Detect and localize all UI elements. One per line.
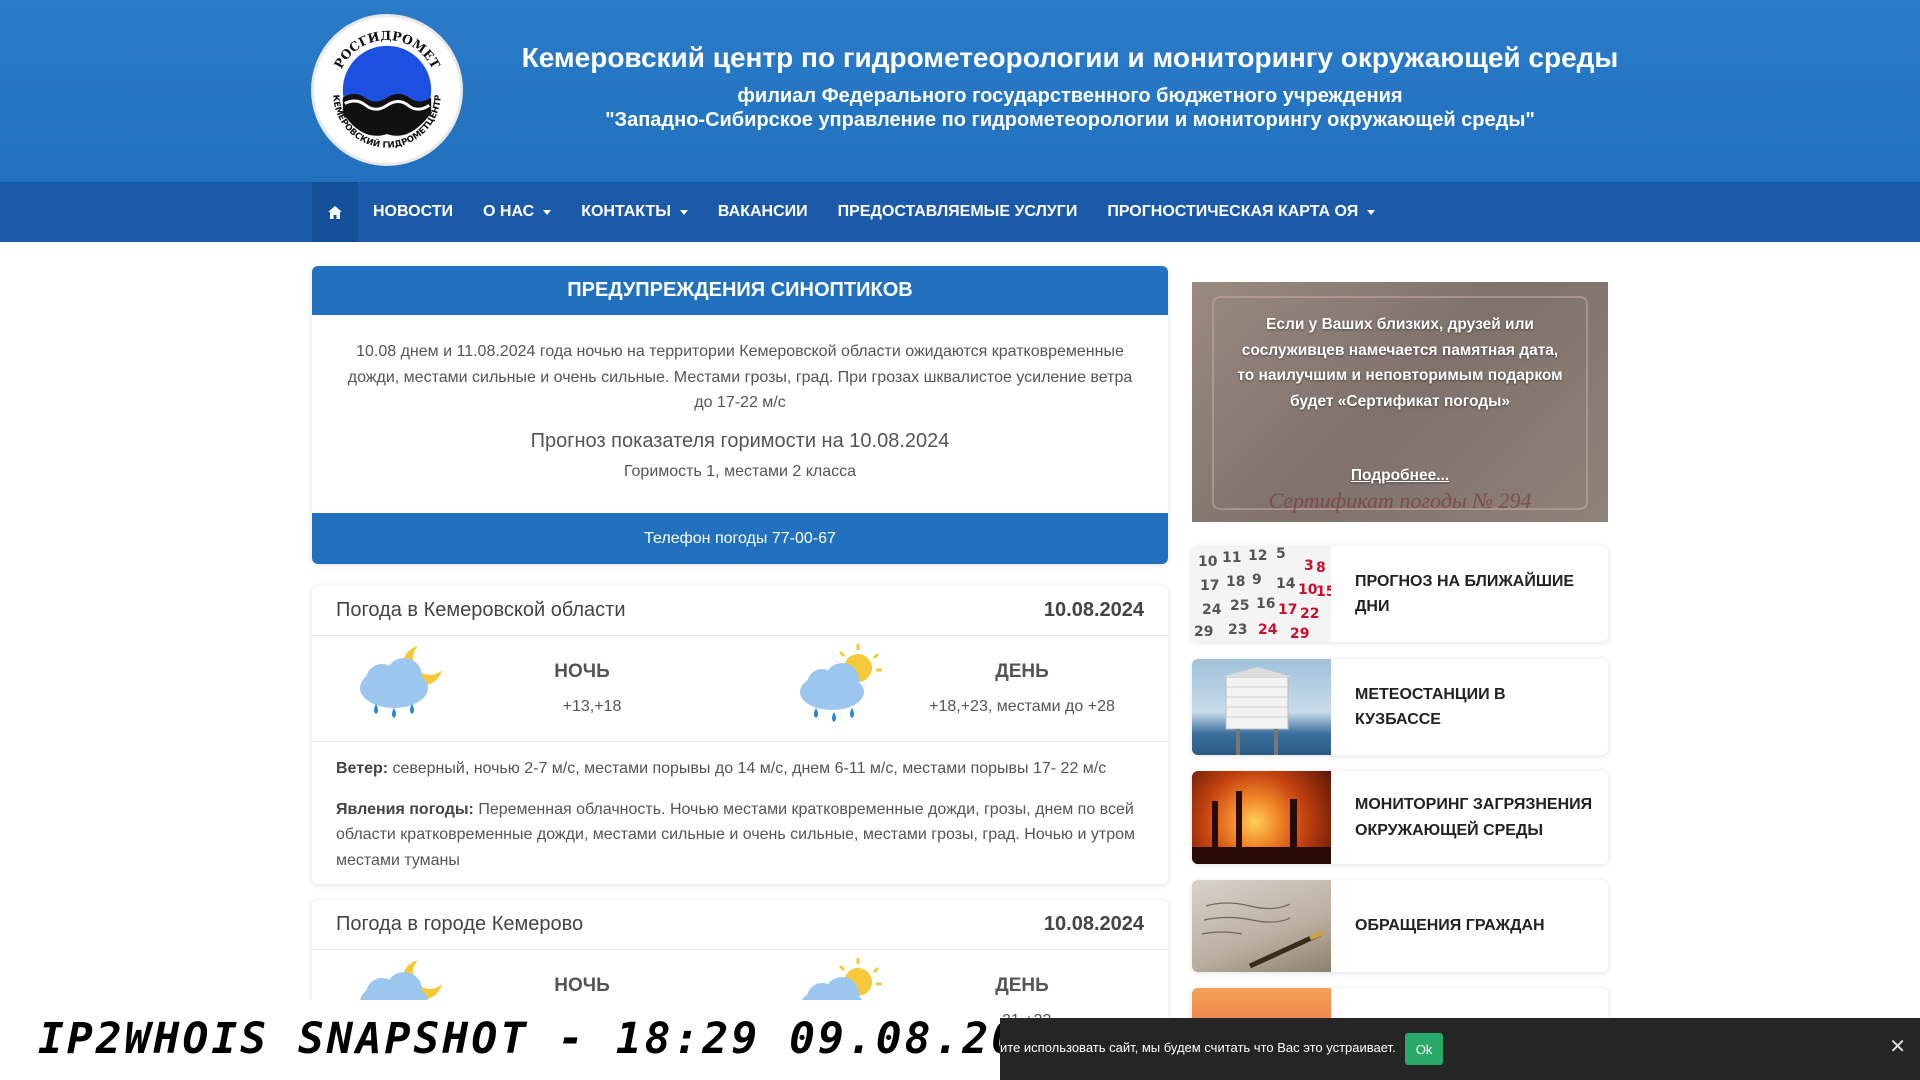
wind-label: Ветер: — [336, 760, 389, 777]
nav-item-forecast-map[interactable]: ПРОГНОСТИЧЕСКАЯ КАРТА ОЯ — [1092, 182, 1390, 242]
sidebar-item-monitoring[interactable]: МОНИТОРИНГ ЗАГРЯЗНЕНИЯ ОКРУЖАЮЩЕЙ СРЕДЫ — [1192, 771, 1608, 864]
svg-text:25: 25 — [1230, 598, 1249, 614]
nav-item-label: О НАС — [483, 203, 535, 220]
site-header: РОСГИДРОМЕТ КЕМЕРОВСКИЙ ГИДРОМЕТЦЕНТР Ке… — [0, 0, 1920, 182]
weather-station-image — [1192, 659, 1331, 755]
weather-certificate-banner[interactable]: Если у Ваших близких, друзей или сослужи… — [1192, 282, 1608, 522]
svg-text:15: 15 — [1316, 584, 1331, 600]
night-label: НОЧЬ — [554, 661, 610, 682]
nav-item-label: КОНТАКТЫ — [581, 203, 671, 220]
svg-text:9: 9 — [1252, 572, 1262, 588]
caret-down-icon — [543, 209, 552, 215]
site-title: Кемеровский центр по гидрометеорологии и… — [521, 42, 1619, 73]
sidebar-item-stations[interactable]: МЕТЕОСТАНЦИИ В КУЗБАССЕ — [1192, 659, 1608, 755]
svg-text:29: 29 — [1194, 624, 1213, 640]
site-subtitle-line2: "Западно-Сибирское управление по гидроме… — [605, 109, 1535, 131]
weather-phone[interactable]: Телефон погоды 77-00-67 — [312, 513, 1168, 564]
svg-text:16: 16 — [1256, 596, 1275, 612]
region-weather-card: Погода в Кемеровской области 10.08.2024 … — [312, 586, 1168, 884]
day-label: ДЕНЬ — [995, 975, 1049, 996]
svg-text:10: 10 — [1298, 582, 1318, 598]
svg-text:8: 8 — [1316, 560, 1326, 576]
sidebar-item-forecast[interactable]: 10 11 12 5 3 8 17 18 9 14 10 15 24 25 16 17 22 29 23 24 2… — [1192, 546, 1608, 642]
nav-item-contacts[interactable]: КОНТАКТЫ — [566, 182, 703, 242]
home-icon — [328, 205, 342, 219]
fire-forecast-text: Горимость 1, местами 2 класса — [623, 462, 857, 480]
svg-text:29: 29 — [1290, 626, 1309, 642]
sidebar-item-label: ОБРАЩЕНИЯ ГРАЖДАН — [1355, 917, 1545, 935]
nav-item-label: ВАКАНСИИ — [717, 203, 808, 220]
promo-more-link[interactable]: Подробнее... — [1192, 467, 1608, 485]
sidebar-item-label: МОНИТОРИНГ ЗАГРЯЗНЕНИЯ ОКРУЖАЮЩЕЙ СРЕДЫ — [1355, 796, 1593, 839]
region-weather-date: 10.08.2024 — [1043, 599, 1144, 621]
nav-item-label: ПРЕДОСТАВЛЯЕМЫЕ УСЛУГИ — [837, 203, 1078, 220]
city-weather-header: Погода в городе Кемерово 10.08.2024 — [312, 900, 1168, 950]
svg-text:23: 23 — [1228, 622, 1247, 638]
warnings-card: ПРЕДУПРЕЖДЕНИЯ СИНОПТИКОВ 10.08 днем и 1… — [312, 266, 1168, 564]
nav-item-about[interactable]: О НАС — [468, 182, 566, 242]
phenomena-label: Явления погоды: — [336, 800, 474, 818]
svg-text:14: 14 — [1276, 576, 1296, 592]
region-forecast-row: НОЧЬ +13,+18 ДЕНЬ +18,+23, местами до +2… — [312, 636, 1168, 742]
calendar-image: 10 11 12 5 3 8 17 18 9 14 10 15 24 25 16 17 22 29 23 24 2… — [1192, 546, 1331, 642]
phenomena-paragraph: Явления погоды: Переменная облачность. Н… — [336, 797, 1144, 874]
cookie-ok-button[interactable]: Ok — [1405, 1033, 1443, 1065]
cloud-sun-rain-icon — [800, 644, 882, 722]
nav-home-button[interactable] — [312, 182, 358, 242]
main-nav: НОВОСТИ О НАС КОНТАКТЫ ВАКАНСИИ ПРЕДОСТА… — [0, 182, 1920, 242]
day-label: ДЕНЬ — [995, 661, 1049, 682]
wind-paragraph: Ветер: северный, ночью 2-7 м/с, местами … — [336, 756, 1144, 782]
cookie-text: ите использовать сайт, мы будем считать … — [1000, 1040, 1396, 1055]
factory-smoke-image — [1192, 771, 1331, 864]
svg-text:17: 17 — [1200, 578, 1219, 594]
svg-text:22: 22 — [1300, 606, 1319, 622]
sidebar-item-label: ПРОГНОЗ НА БЛИЖАЙШИЕ ДНИ — [1355, 572, 1575, 616]
svg-text:10: 10 — [1198, 554, 1218, 570]
city-weather-title: Погода в городе Кемерово — [336, 913, 584, 935]
svg-text:24: 24 — [1258, 622, 1278, 638]
city-weather-date: 10.08.2024 — [1043, 913, 1144, 935]
nav-item-vacancies[interactable]: ВАКАНСИИ — [703, 182, 823, 242]
nav-item-services[interactable]: ПРЕДОСТАВЛЯЕМЫЕ УСЛУГИ — [823, 182, 1093, 242]
snapshot-text: IP2WHOIS SNAPSHOT - 18:29 09.08.2024 — [38, 1014, 1078, 1064]
day-temperature: +18,+23, местами до +28 — [929, 698, 1115, 715]
svg-text:3: 3 — [1304, 558, 1314, 574]
nav-item-news[interactable]: НОВОСТИ — [358, 182, 468, 242]
svg-text:17: 17 — [1278, 602, 1297, 618]
logo-emblem-icon: РОСГИДРОМЕТ КЕМЕРОВСКИЙ ГИДРОМЕТЦЕНТР — [316, 19, 458, 161]
region-weather-details: Ветер: северный, ночью 2-7 м/с, местами … — [312, 742, 1168, 873]
promo-text: Если у Ваших близких, друзей или сослужи… — [1237, 316, 1563, 411]
region-weather-header: Погода в Кемеровской области 10.08.2024 — [312, 586, 1168, 636]
caret-down-icon — [679, 209, 688, 215]
rosgidromet-logo[interactable]: РОСГИДРОМЕТ КЕМЕРОВСКИЙ ГИДРОМЕТЦЕНТР — [311, 14, 463, 166]
svg-text:11: 11 — [1222, 550, 1241, 566]
warnings-text: 10.08 днем и 11.08.2024 года ночью на те… — [347, 343, 1133, 411]
sidebar-item-label: МЕТЕОСТАНЦИИ В КУЗБАССЕ — [1355, 685, 1506, 729]
warnings-heading: ПРЕДУПРЕЖДЕНИЯ СИНОПТИКОВ — [312, 266, 1168, 315]
nav-item-label: ПРОГНОСТИЧЕСКАЯ КАРТА ОЯ — [1107, 203, 1359, 220]
night-label: НОЧЬ — [554, 975, 610, 996]
night-temperature: +13,+18 — [562, 698, 622, 715]
nav-item-label: НОВОСТИ — [373, 203, 454, 220]
svg-text:18: 18 — [1226, 574, 1245, 590]
sidebar-item-appeals[interactable]: ОБРАЩЕНИЯ ГРАЖДАН — [1192, 880, 1608, 972]
svg-text:12: 12 — [1248, 548, 1267, 564]
cookie-consent-bar: ите использовать сайт, мы будем считать … — [1000, 1018, 1920, 1080]
close-icon[interactable]: ✕ — [1889, 1034, 1906, 1059]
region-weather-title: Погода в Кемеровской области — [336, 599, 626, 621]
svg-text:24: 24 — [1202, 602, 1222, 618]
fire-forecast-title: Прогноз показателя горимости на 10.08.20… — [530, 429, 950, 452]
certificate-number: Сертификат погоды № 294 — [1268, 488, 1532, 513]
caret-down-icon — [1367, 209, 1376, 215]
cloud-moon-rain-icon — [360, 646, 442, 718]
svg-text:5: 5 — [1276, 546, 1286, 562]
snapshot-watermark: IP2WHOIS SNAPSHOT - 18:29 09.08.2024 — [0, 1000, 1075, 1080]
letter-pen-image — [1192, 880, 1331, 972]
site-subtitle-line1: филиал Федерального государственного бюд… — [737, 85, 1403, 107]
wind-text: северный, ночью 2-7 м/с, местами порывы … — [392, 760, 1107, 777]
